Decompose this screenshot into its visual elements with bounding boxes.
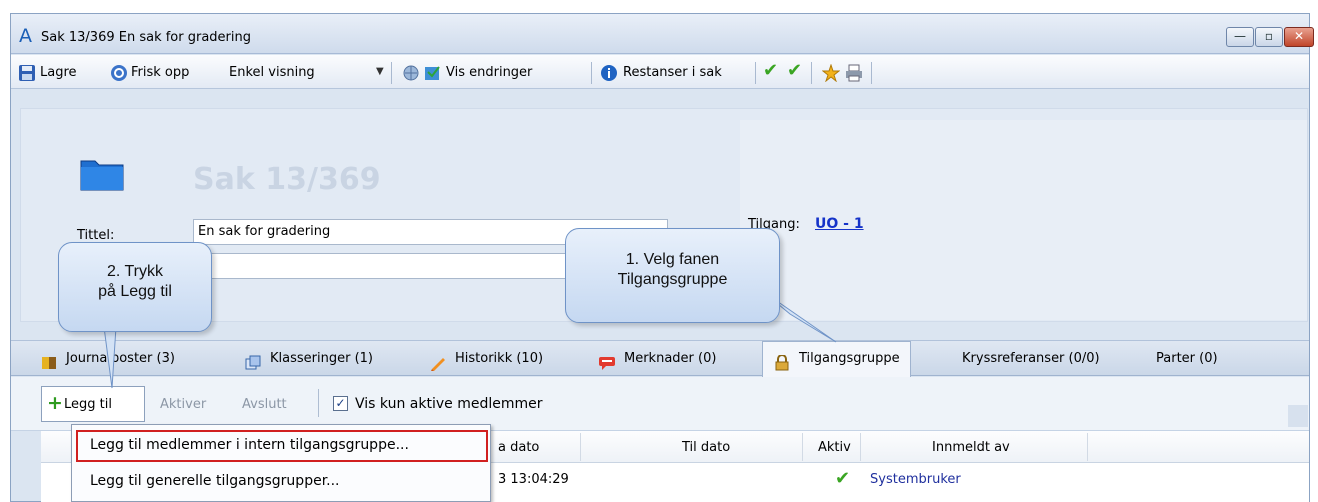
tab-label: Kryssreferanser (0/0) (962, 351, 1100, 366)
tab-label: Klasseringer (1) (270, 351, 373, 366)
tab-label: Historikk (10) (455, 351, 544, 366)
plus-icon: + (47, 392, 63, 414)
add-member-label: Legg til (64, 397, 112, 412)
column-header-to-date[interactable]: Til dato (682, 440, 730, 455)
classification-icon (244, 351, 262, 369)
column-divider (802, 433, 803, 461)
grid-scroll-handle[interactable] (1288, 405, 1308, 427)
callout-text: 2. Trykk (106, 263, 163, 280)
toolbar-divider (591, 62, 592, 84)
access-code-link[interactable]: UO - 1 (815, 216, 864, 232)
active-check-icon: ✔ (835, 468, 851, 489)
refresh-button[interactable]: Frisk opp (131, 65, 189, 80)
chevron-down-icon[interactable]: ▼ (376, 66, 384, 77)
activate-button[interactable]: Aktiver (160, 397, 206, 412)
show-changes-button[interactable]: Vis endringer (446, 65, 532, 80)
callout-step-2: 2. Trykk på Legg til (58, 242, 212, 332)
tab-label: Tilgangsgruppe (799, 351, 900, 366)
view-select-value: Enkel visning (229, 65, 315, 80)
close-button[interactable]: ✕ (1284, 27, 1314, 47)
tab-kryssreferanser[interactable]: Kryssreferanser (0/0) (962, 342, 1100, 376)
show-active-label: Vis kun aktive medlemmer (355, 396, 543, 412)
toolbar-divider (391, 62, 392, 84)
tab-merknader[interactable]: Merknader (0) (598, 342, 716, 376)
callout-text: på Legg til (98, 283, 172, 300)
tab-parter[interactable]: Parter (0) (1156, 342, 1218, 376)
callout-step-1: 1. Velg fanen Tilgangsgruppe (565, 228, 780, 323)
tab-historikk[interactable]: Historikk (10) (429, 342, 543, 376)
info-icon (600, 64, 618, 82)
toolbar-divider (755, 62, 756, 84)
tab-klasseringer[interactable]: Klasseringer (1) (244, 342, 373, 376)
save-button[interactable]: Lagre (40, 65, 77, 80)
cell-registered-by: Systembruker (870, 472, 961, 487)
show-active-checkbox[interactable]: ✓ (333, 396, 348, 411)
history-icon (429, 351, 447, 371)
toolbar-divider (318, 389, 319, 417)
minimize-button[interactable]: — (1226, 27, 1254, 47)
refresh-icon (110, 64, 128, 82)
folder-icon (80, 155, 124, 191)
cell-from-date: 3 13:04:29 (498, 472, 569, 487)
lock-icon (773, 351, 791, 370)
outstanding-button[interactable]: Restanser i sak (623, 65, 722, 80)
menu-item-add-general-groups[interactable]: Legg til generelle tilgangsgrupper... (90, 473, 340, 489)
app-logo-icon: A (19, 25, 32, 47)
tab-label: Merknader (0) (624, 351, 717, 366)
journal-icon (40, 351, 58, 369)
window-title: Sak 13/369 En sak for gradering (41, 30, 251, 45)
column-header-registered-by[interactable]: Innmeldt av (932, 440, 1010, 455)
maximize-button[interactable]: ▫ (1255, 27, 1283, 47)
title-label: Tittel: (77, 228, 115, 243)
callout-pointer (103, 326, 117, 389)
changes-icon (424, 64, 442, 82)
end-membership-button[interactable]: Avslutt (242, 397, 287, 412)
approve-check-icon[interactable]: ✔ (763, 60, 778, 81)
print-icon[interactable] (845, 64, 863, 82)
save-icon (18, 64, 36, 82)
column-divider (580, 433, 581, 461)
favorite-icon[interactable] (821, 63, 841, 83)
column-header-active[interactable]: Aktiv (818, 440, 851, 455)
tab-label: Parter (0) (1156, 351, 1218, 366)
toolbar-divider (811, 62, 812, 84)
callout-text: Tilgangsgruppe (617, 271, 728, 288)
menu-item-add-internal-members[interactable]: Legg til medlemmer i intern tilgangsgrup… (90, 437, 409, 453)
case-title: Sak 13/369 (193, 162, 381, 197)
approve-all-check-icon[interactable]: ✔ (787, 60, 802, 81)
column-header-from-date[interactable]: a dato (498, 440, 539, 455)
comment-icon (598, 351, 616, 370)
column-divider (860, 433, 861, 461)
toolbar-divider (871, 62, 872, 84)
callout-text: 1. Velg fanen (625, 251, 720, 268)
globe-icon[interactable] (402, 64, 420, 82)
column-divider (1087, 433, 1088, 461)
